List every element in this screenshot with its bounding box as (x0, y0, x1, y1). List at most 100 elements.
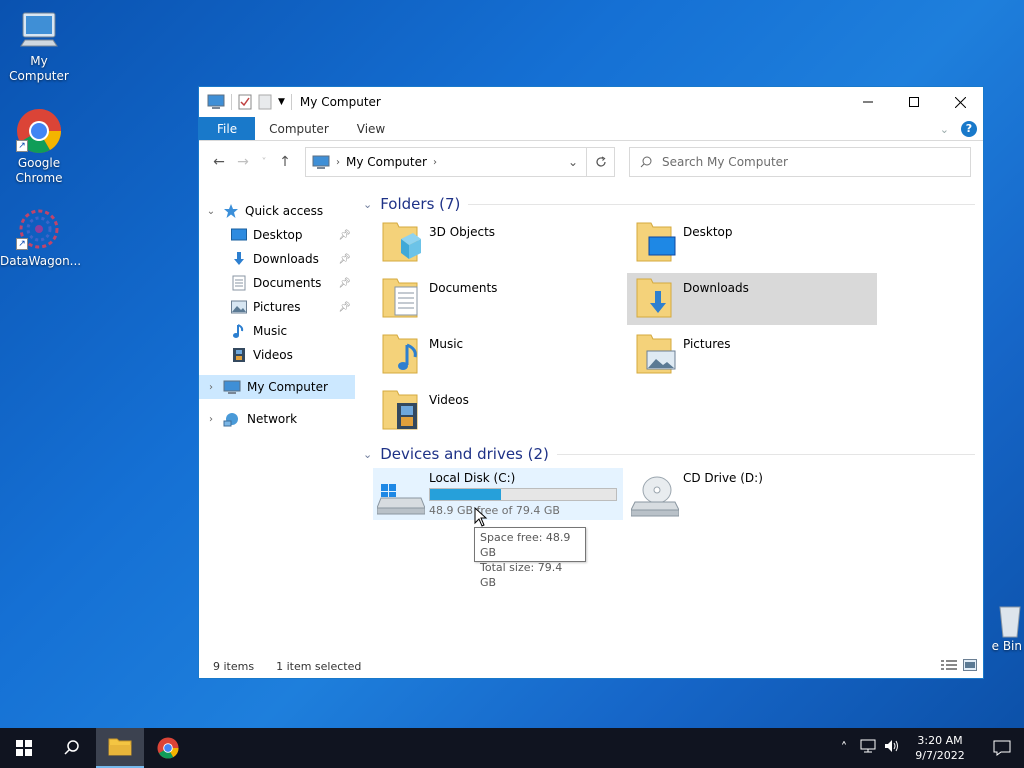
forward-button[interactable]: → (231, 150, 255, 174)
network-icon (223, 413, 238, 427)
sidebar-item-pictures[interactable]: Pictures 📌︎ (231, 295, 355, 319)
picture-icon (231, 300, 247, 314)
drive-cd-d[interactable]: CD Drive (D:) (627, 468, 877, 520)
tab-computer[interactable]: Computer (255, 117, 343, 140)
document-icon (232, 275, 246, 291)
drive-name: Local Disk (C:) (429, 471, 516, 485)
folder-videos[interactable]: Videos (373, 385, 623, 437)
sidebar-item-label: Desktop (253, 228, 303, 242)
folder-name: Music (429, 337, 464, 351)
search-button[interactable] (48, 728, 96, 768)
folder-desktop[interactable]: Desktop (627, 217, 877, 269)
show-hidden-icons-chevron-icon[interactable]: ˄ (832, 741, 856, 756)
search-box[interactable] (629, 147, 971, 177)
sidebar-item-label: Network (247, 412, 298, 426)
breadcrumb-separator-icon[interactable]: › (433, 157, 437, 168)
expand-ribbon-chevron-icon[interactable]: ⌄ (940, 123, 949, 136)
folder-3d-objects[interactable]: 3D Objects (373, 217, 623, 269)
drive-tooltip: Space free: 48.9 GB Total size: 79.4 GB (474, 527, 586, 589)
view-toggle-group (941, 659, 977, 671)
music-note-icon (233, 324, 244, 338)
new-folder-icon[interactable] (258, 94, 272, 110)
address-bar[interactable]: › My Computer › ⌄ (305, 147, 615, 177)
taskbar-file-explorer[interactable] (96, 728, 144, 768)
up-button[interactable]: ↑ (273, 150, 297, 174)
customize-toolbar-chevron-icon[interactable]: ▼ (278, 97, 285, 107)
taskbar-chrome[interactable] (144, 728, 192, 768)
title-bar[interactable]: ▼ My Computer (199, 87, 983, 117)
sidebar-item-quick-access[interactable]: ⌄ Quick access (205, 199, 361, 223)
sidebar-item-music[interactable]: Music (231, 319, 355, 343)
desktop-icon-datawagon[interactable]: ↗ DataWagon... (0, 206, 81, 269)
ribbon-tabs: File Computer View ⌄ ? (199, 117, 983, 141)
breadcrumb-my-computer[interactable]: My Computer (346, 155, 427, 169)
file-explorer-window: ▼ My Computer File Computer View ⌄ ? ← →… (198, 86, 984, 679)
pin-icon[interactable]: 📌︎ (338, 302, 351, 313)
maximize-icon (909, 97, 919, 107)
ribbon-right-controls: ⌄ ? (940, 121, 977, 137)
up-arrow-icon: ↑ (279, 154, 291, 170)
drive-usage-fill (430, 489, 502, 500)
sidebar-item-label: Music (253, 324, 288, 338)
search-input[interactable] (662, 155, 942, 169)
close-button[interactable] (937, 87, 983, 117)
sidebar-item-label: My Computer (247, 380, 328, 394)
large-icons-view-icon[interactable] (963, 659, 977, 671)
folder-music[interactable]: Music (373, 329, 623, 381)
chrome-icon (157, 737, 179, 759)
back-button[interactable]: ← (207, 150, 231, 174)
folder-downloads[interactable]: Downloads (627, 273, 877, 325)
sidebar-item-documents[interactable]: Documents 📌︎ (231, 271, 355, 295)
drive-local-disk-c[interactable]: Local Disk (C:) 48.9 GB free of 79.4 GB (373, 468, 623, 520)
folder-name: 3D Objects (429, 225, 496, 239)
volume-icon[interactable] (880, 739, 904, 757)
desktop-icon-my-computer[interactable]: My Computer (0, 10, 78, 84)
refresh-button[interactable] (586, 148, 614, 176)
recent-locations-button[interactable]: ˅ (255, 150, 273, 174)
action-center-button[interactable] (980, 728, 1024, 768)
sidebar-item-downloads[interactable]: Downloads 📌︎ (231, 247, 355, 271)
sidebar-item-label: Pictures (253, 300, 301, 314)
chevron-down-icon[interactable]: ⌄ (363, 448, 372, 461)
folder-documents[interactable]: Documents (373, 273, 623, 325)
breadcrumb-separator-icon[interactable]: › (336, 157, 340, 168)
folder-icon (108, 738, 132, 756)
help-icon[interactable]: ? (961, 121, 977, 137)
sidebar-item-desktop[interactable]: Desktop 📌︎ (231, 223, 355, 247)
network-icon[interactable] (856, 739, 880, 757)
address-dropdown-icon[interactable]: ⌄ (562, 148, 584, 176)
quick-access-toolbar: ▼ (199, 94, 292, 110)
sidebar-item-network[interactable]: › Network (199, 407, 355, 431)
tab-file[interactable]: File (199, 117, 256, 140)
chevron-down-icon[interactable]: ⌄ (363, 198, 372, 211)
tab-view[interactable]: View (343, 117, 399, 140)
minimize-button[interactable] (845, 87, 891, 117)
maximize-button[interactable] (891, 87, 937, 117)
start-button[interactable] (0, 728, 48, 768)
windows-logo-icon (16, 740, 32, 756)
film-strip-icon (233, 348, 245, 362)
clock[interactable]: 3:20 AM 9/7/2022 (910, 733, 970, 763)
folder-pictures[interactable]: Pictures (627, 329, 877, 381)
folder-name: Desktop (683, 225, 733, 239)
desktop-icon-chrome[interactable]: ↗ Google Chrome (0, 108, 78, 186)
sidebar-item-label: Downloads (253, 252, 319, 266)
sidebar-item-my-computer[interactable]: › My Computer (199, 375, 355, 399)
sidebar-item-label: Videos (253, 348, 293, 362)
status-bar: 9 items 1 item selected (199, 654, 983, 678)
pin-icon[interactable]: 📌︎ (338, 254, 351, 265)
properties-icon[interactable] (238, 94, 252, 110)
chevron-right-icon[interactable]: › (205, 382, 217, 393)
pin-icon[interactable]: 📌︎ (338, 278, 351, 289)
chevron-right-icon[interactable]: › (205, 414, 217, 425)
folders-group-header[interactable]: ⌄ Folders (7) (363, 195, 975, 213)
devices-group-header[interactable]: ⌄ Devices and drives (2) (363, 445, 975, 463)
group-title: Devices and drives (2) (380, 445, 549, 463)
mouse-cursor-icon (474, 507, 488, 527)
sidebar-item-videos[interactable]: Videos (231, 343, 355, 367)
chevron-down-icon[interactable]: ⌄ (205, 206, 217, 217)
pin-icon[interactable]: 📌︎ (338, 230, 351, 241)
details-view-icon[interactable] (941, 659, 957, 671)
divider (556, 453, 975, 455)
desktop-folder-icon (231, 228, 247, 241)
